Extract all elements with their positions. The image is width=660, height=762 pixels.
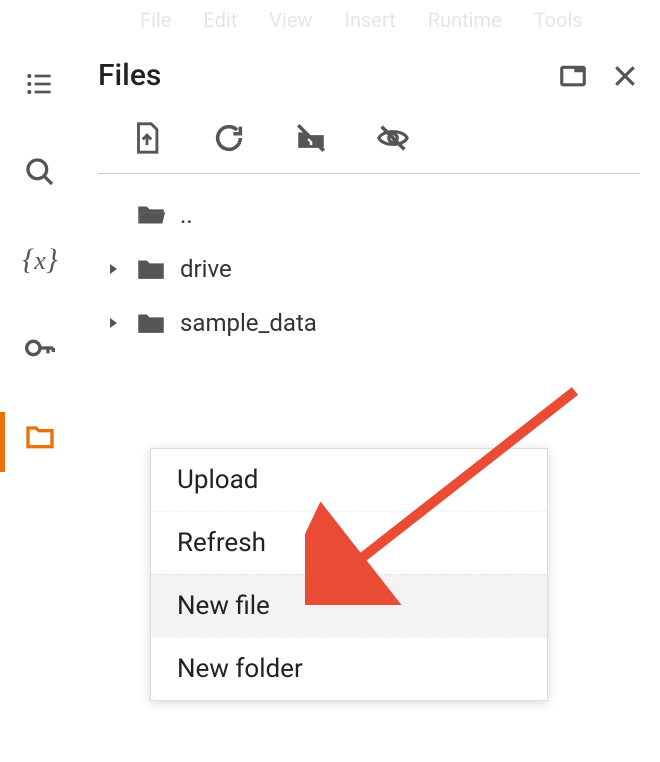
sidebar: {x}: [0, 40, 80, 762]
menu-insert[interactable]: Insert: [345, 8, 396, 32]
search-icon: [24, 156, 56, 188]
file-row-drive[interactable]: drive: [98, 242, 650, 296]
triangle-right-icon: [107, 317, 119, 329]
sidebar-toc[interactable]: [16, 60, 64, 108]
file-name: sample_data: [180, 309, 317, 337]
visibility-off-icon[interactable]: [376, 121, 410, 155]
context-menu-upload[interactable]: Upload: [151, 449, 547, 511]
menu-view[interactable]: View: [269, 8, 312, 32]
context-menu-refresh[interactable]: Refresh: [151, 511, 547, 574]
menu-file[interactable]: File: [140, 8, 171, 32]
expand-icon[interactable]: [104, 263, 122, 275]
braces-x-icon: {x}: [22, 243, 58, 277]
folder-icon: [24, 420, 56, 452]
list-icon: [24, 68, 56, 100]
active-indicator: [0, 412, 5, 472]
triangle-right-icon: [107, 263, 119, 275]
file-row-sample-data[interactable]: sample_data: [98, 296, 650, 350]
context-menu: Upload Refresh New file New folder: [150, 448, 548, 701]
context-menu-new-file[interactable]: New file: [151, 574, 547, 637]
file-name: ..: [180, 201, 193, 229]
panel-header: Files: [80, 40, 650, 111]
key-icon: [24, 332, 56, 364]
sidebar-secrets[interactable]: [16, 324, 64, 372]
sidebar-search[interactable]: [16, 148, 64, 196]
file-name: drive: [180, 255, 232, 283]
folder-open-icon: [134, 198, 168, 232]
expand-icon[interactable]: [104, 317, 122, 329]
upload-file-icon[interactable]: [130, 121, 164, 155]
folder-icon: [134, 252, 168, 286]
context-menu-new-folder[interactable]: New folder: [151, 637, 547, 700]
menu-runtime[interactable]: Runtime: [428, 8, 502, 32]
menubar: File Edit View Insert Runtime Tools: [0, 0, 660, 40]
sidebar-variables[interactable]: {x}: [16, 236, 64, 284]
menu-tools[interactable]: Tools: [534, 8, 583, 32]
folder-icon: [134, 306, 168, 340]
refresh-icon[interactable]: [212, 121, 246, 155]
file-tree: .. drive sample_data: [80, 174, 650, 350]
panel-title: Files: [98, 58, 161, 93]
sidebar-files[interactable]: [16, 412, 64, 460]
close-icon[interactable]: [610, 61, 640, 91]
file-row-parent[interactable]: ..: [98, 188, 650, 242]
menu-edit[interactable]: Edit: [203, 8, 237, 32]
files-toolbar: [98, 111, 640, 174]
mount-drive-off-icon[interactable]: [294, 121, 328, 155]
tab-icon[interactable]: [558, 61, 588, 91]
